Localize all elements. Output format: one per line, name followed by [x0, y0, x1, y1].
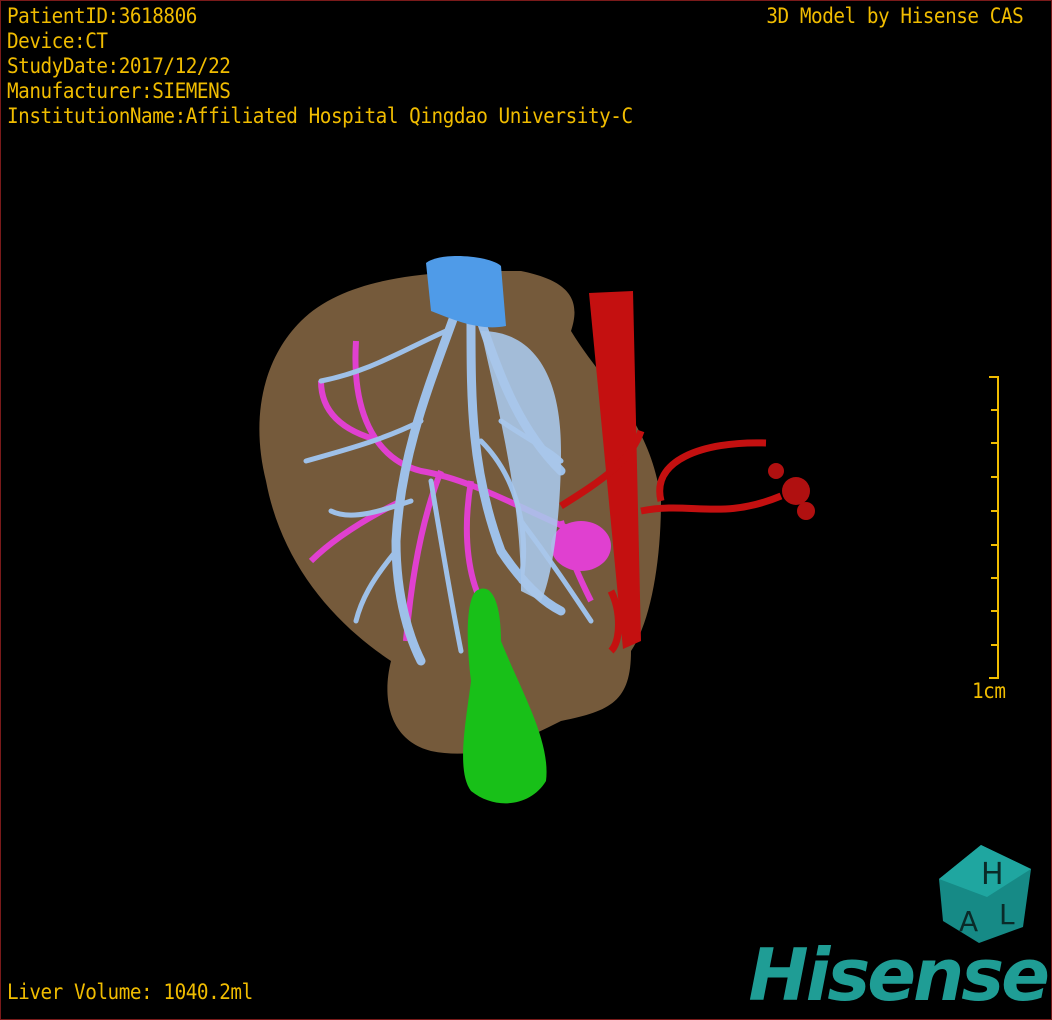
device: Device:CT [7, 29, 108, 53]
hisense-logo: Hisense [748, 933, 1050, 1017]
scale-label: 1cm [972, 679, 1006, 703]
cube-letter-h: H [981, 857, 1004, 892]
institution-name: InstitutionName:Affiliated Hospital Qing… [7, 104, 633, 128]
liver-volume: Liver Volume: 1040.2ml [7, 980, 253, 1004]
patient-id: PatientID:3618806 [7, 4, 197, 28]
manufacturer: Manufacturer:SIEMENS [7, 79, 231, 103]
dicom-info: PatientID:3618806 Device:CT StudyDate:20… [7, 4, 633, 129]
3d-viewport[interactable]: PatientID:3618806 Device:CT StudyDate:20… [0, 0, 1052, 1020]
model-credit: 3D Model by Hisense CAS [766, 4, 1023, 28]
scale-bar [989, 376, 999, 679]
cube-letter-l: L [999, 898, 1015, 931]
study-date: StudyDate:2017/12/22 [7, 54, 231, 78]
